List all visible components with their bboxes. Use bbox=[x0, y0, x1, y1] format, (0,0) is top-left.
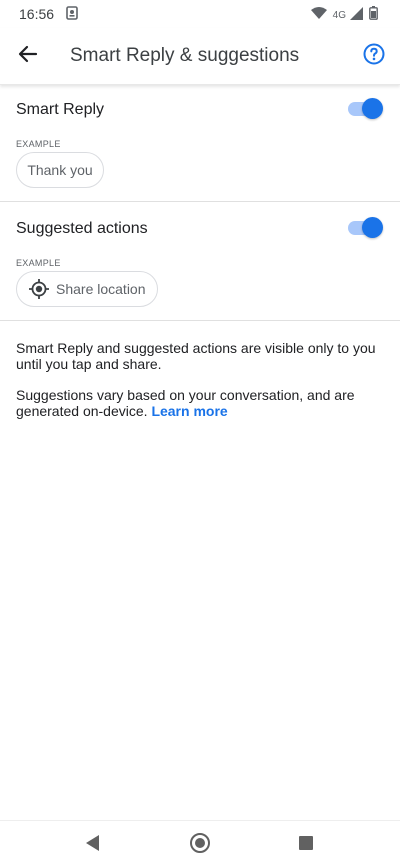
cellular-signal-icon bbox=[350, 6, 363, 25]
share-location-chip[interactable]: Share location bbox=[16, 271, 158, 307]
thank-you-chip[interactable]: Thank you bbox=[16, 152, 104, 188]
learn-more-link[interactable]: Learn more bbox=[151, 403, 227, 419]
suggested-actions-example-label: EXAMPLE bbox=[16, 258, 61, 268]
smart-reply-toggle[interactable] bbox=[348, 98, 383, 120]
smart-reply-example-label: EXAMPLE bbox=[16, 139, 61, 149]
chip-label: Share location bbox=[56, 281, 146, 297]
network-type-label: 4G bbox=[332, 10, 346, 21]
help-button[interactable] bbox=[362, 43, 386, 70]
location-target-icon bbox=[28, 278, 50, 300]
home-circle-icon bbox=[189, 832, 211, 859]
app-bar: Smart Reply & suggestions bbox=[0, 28, 400, 85]
help-circle-icon bbox=[363, 43, 385, 70]
status-icons: 4G bbox=[310, 6, 378, 25]
toggle-thumb bbox=[362, 98, 383, 119]
battery-icon bbox=[369, 6, 378, 25]
nav-back-button[interactable] bbox=[80, 833, 104, 857]
suggested-actions-section: Suggested actions EXAMPLE Share location bbox=[0, 202, 400, 320]
back-triangle-icon bbox=[84, 834, 100, 857]
suggested-actions-toggle[interactable] bbox=[348, 217, 383, 239]
page-title: Smart Reply & suggestions bbox=[70, 45, 300, 66]
nav-recents-button[interactable] bbox=[294, 833, 318, 857]
back-button[interactable] bbox=[14, 42, 42, 70]
chip-label: Thank you bbox=[27, 162, 93, 178]
status-time: 16:56 bbox=[19, 6, 55, 22]
app-notification-icon bbox=[66, 6, 78, 25]
visibility-text: Smart Reply and suggested actions are vi… bbox=[16, 340, 376, 372]
smart-reply-title: Smart Reply bbox=[16, 101, 105, 118]
visibility-info-text: Smart Reply and suggested actions are vi… bbox=[16, 340, 386, 372]
suggested-actions-title: Suggested actions bbox=[16, 220, 148, 237]
suggestions-info-text: Suggestions vary based on your conversat… bbox=[16, 387, 386, 419]
nav-home-button[interactable] bbox=[188, 832, 212, 859]
navigation-bar bbox=[0, 820, 400, 868]
toggle-thumb bbox=[362, 217, 383, 238]
wifi-icon bbox=[310, 6, 327, 25]
status-bar: 16:56 4G bbox=[0, 0, 400, 28]
smart-reply-section: Smart Reply EXAMPLE Thank you bbox=[0, 85, 400, 201]
divider bbox=[0, 320, 400, 321]
arrow-back-icon bbox=[18, 44, 38, 69]
recents-square-icon bbox=[298, 835, 314, 856]
